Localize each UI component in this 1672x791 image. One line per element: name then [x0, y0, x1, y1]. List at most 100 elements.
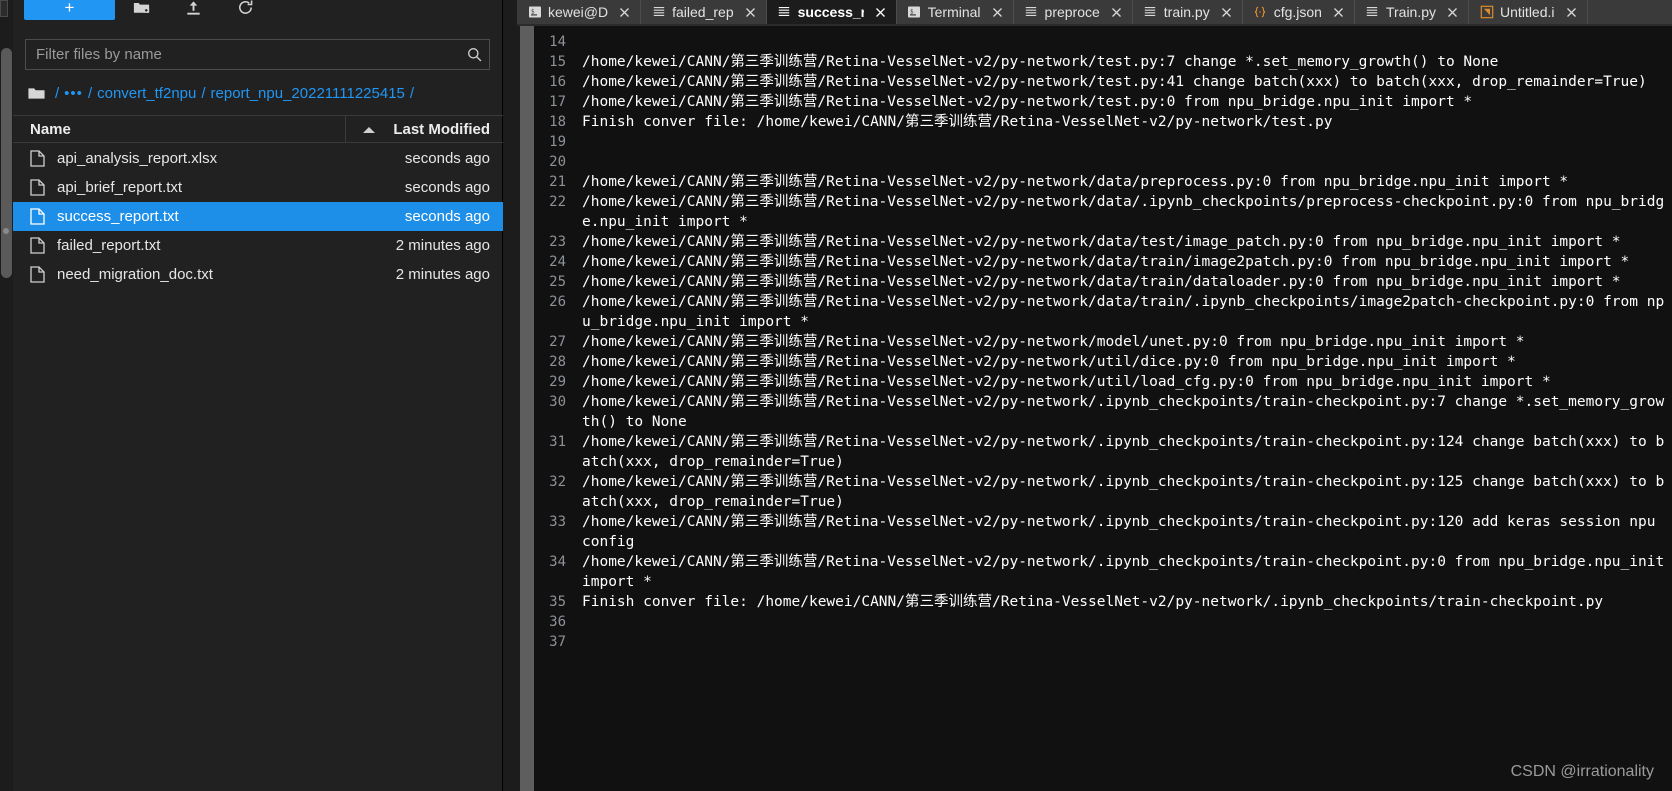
line-number: 25 — [549, 274, 566, 290]
code-line: 32 /home/kewei/CANN/第三季训练营/Retina-Vessel… — [534, 472, 1672, 512]
file-name-cell[interactable]: success_report.txt — [13, 207, 405, 226]
close-icon[interactable] — [618, 6, 631, 19]
tab-label: Terminal — [927, 4, 981, 20]
line-text: Finish conver file: /home/kewei/CANN/第三季… — [582, 594, 1604, 610]
panel-splitter[interactable] — [520, 0, 534, 791]
search-input[interactable] — [26, 40, 459, 69]
line-number: 30 — [549, 394, 566, 410]
line-number: 18 — [549, 114, 566, 130]
line-text: /home/kewei/CANN/第三季训练营/Retina-VesselNet… — [582, 94, 1473, 110]
code-line: 31 /home/kewei/CANN/第三季训练营/Retina-Vessel… — [534, 432, 1672, 472]
close-icon[interactable] — [744, 6, 757, 19]
table-row[interactable]: api_brief_report.txt seconds ago — [13, 173, 503, 202]
code-line: 34 /home/kewei/CANN/第三季训练营/Retina-Vessel… — [534, 552, 1672, 592]
file-icon — [30, 236, 47, 255]
line-number: 31 — [549, 434, 566, 450]
text-file-icon — [777, 5, 792, 20]
column-header-last-modified-label: Last Modified — [393, 120, 490, 138]
line-text: /home/kewei/CANN/第三季训练营/Retina-VesselNet… — [582, 434, 1665, 470]
tab-kewei-terminal[interactable]: $ kewei@D — [517, 0, 642, 24]
refresh-icon[interactable] — [236, 0, 258, 20]
file-modified-label: seconds ago — [404, 179, 490, 196]
code-line: 37 — [534, 632, 1672, 652]
breadcrumb-separator-3: / — [409, 84, 415, 102]
code-line: 19 — [534, 132, 1672, 152]
line-number: 35 — [549, 594, 566, 610]
file-modified-label: 2 minutes ago — [395, 266, 490, 283]
tab-label: Untitled.i — [1500, 4, 1555, 20]
file-table-header: Name Last Modified — [13, 115, 503, 143]
line-text: /home/kewei/CANN/第三季训练营/Retina-VesselNet… — [582, 394, 1665, 430]
editor-panel: $ kewei@D failed_rep success_r $ Termina… — [503, 0, 1672, 791]
code-line: 14 — [534, 32, 1672, 52]
search-icon[interactable] — [459, 40, 489, 69]
line-text: /home/kewei/CANN/第三季训练营/Retina-VesselNet… — [582, 274, 1621, 290]
code-line: 30 /home/kewei/CANN/第三季训练营/Retina-Vessel… — [534, 392, 1672, 432]
tab-train-py[interactable]: train.py — [1132, 0, 1243, 24]
code-line: 23 /home/kewei/CANN/第三季训练营/Retina-Vessel… — [534, 232, 1672, 252]
code-line: 36 — [534, 612, 1672, 632]
left-scrollbar-thumb[interactable] — [1, 48, 12, 278]
tab-success-report[interactable]: success_r — [766, 0, 897, 24]
line-text: /home/kewei/CANN/第三季训练营/Retina-VesselNet… — [582, 54, 1499, 70]
line-number: 22 — [549, 194, 566, 210]
tab-cfg-json[interactable]: cfg.json — [1242, 0, 1355, 24]
column-header-name[interactable]: Name — [13, 115, 346, 143]
code-line: 28 /home/kewei/CANN/第三季训练营/Retina-Vessel… — [534, 352, 1672, 372]
new-folder-icon[interactable] — [132, 0, 154, 20]
tab-label: success_r — [797, 4, 864, 20]
left-scroll-marker — [3, 228, 9, 234]
close-icon[interactable] — [991, 6, 1004, 19]
line-number: 32 — [549, 474, 566, 490]
line-text: /home/kewei/CANN/第三季训练营/Retina-VesselNet… — [582, 194, 1665, 230]
folder-icon[interactable] — [27, 84, 46, 103]
tab-failed-report[interactable]: failed_rep — [641, 0, 767, 24]
terminal-icon: $ — [527, 5, 542, 20]
table-row[interactable]: api_analysis_report.xlsx seconds ago — [13, 144, 503, 173]
tab-preprocess[interactable]: preproce — [1013, 0, 1133, 24]
tab-train-py-capital[interactable]: Train.py — [1354, 0, 1470, 24]
table-row[interactable]: failed_report.txt 2 minutes ago — [13, 231, 503, 260]
breadcrumb-ellipsis[interactable]: ••• — [64, 85, 83, 102]
breadcrumb: / ••• / convert_tf2npu / report_npu_2022… — [27, 82, 419, 104]
code-line: 24 /home/kewei/CANN/第三季训练营/Retina-Vessel… — [534, 252, 1672, 272]
file-name-cell[interactable]: failed_report.txt — [13, 236, 396, 255]
file-name-cell[interactable]: need_migration_doc.txt — [13, 265, 396, 284]
line-number: 16 — [549, 74, 566, 90]
close-icon[interactable] — [1446, 6, 1459, 19]
table-row-selected[interactable]: success_report.txt seconds ago — [13, 202, 503, 231]
line-number: 20 — [549, 154, 566, 170]
file-content-viewer[interactable]: 14 15 /home/kewei/CANN/第三季训练营/Retina-Ves… — [534, 26, 1672, 791]
code-line: 25 /home/kewei/CANN/第三季训练营/Retina-Vessel… — [534, 272, 1672, 292]
tab-label: preproce — [1044, 4, 1100, 20]
close-icon[interactable] — [1332, 6, 1345, 19]
terminal-icon: $ — [907, 5, 922, 20]
tab-untitled-notebook[interactable]: Untitled.i — [1469, 0, 1588, 24]
close-icon[interactable] — [874, 6, 887, 19]
sidebar-collapse-handle[interactable] — [0, 0, 8, 17]
column-header-last-modified[interactable]: Last Modified — [346, 116, 503, 143]
new-launcher-button[interactable]: + — [24, 0, 115, 20]
text-file-icon — [1365, 5, 1380, 20]
line-number: 29 — [549, 374, 566, 390]
code-line: 26 /home/kewei/CANN/第三季训练营/Retina-Vessel… — [534, 292, 1672, 332]
close-icon[interactable] — [1565, 6, 1578, 19]
line-number: 28 — [549, 354, 566, 370]
upload-icon[interactable] — [184, 0, 206, 20]
breadcrumb-segment-convert_tf2npu[interactable]: convert_tf2npu — [97, 85, 196, 102]
close-icon[interactable] — [1110, 6, 1123, 19]
filter-files-field[interactable] — [25, 39, 490, 70]
line-number: 34 — [549, 554, 566, 570]
file-name-cell[interactable]: api_brief_report.txt — [13, 178, 405, 197]
line-number: 15 — [549, 54, 566, 70]
file-list: api_analysis_report.xlsx seconds ago api… — [13, 144, 503, 289]
close-icon[interactable] — [1220, 6, 1233, 19]
editor-tab-bar: $ kewei@D failed_rep success_r $ Termina… — [517, 0, 1672, 24]
breadcrumb-segment-report[interactable]: report_npu_20221111225415 — [211, 85, 405, 102]
line-number: 27 — [549, 334, 566, 350]
tab-label: Train.py — [1385, 4, 1437, 20]
tab-terminal[interactable]: $ Terminal — [896, 0, 1014, 24]
editor-left-gutter — [503, 0, 520, 791]
file-name-cell[interactable]: api_analysis_report.xlsx — [13, 149, 405, 168]
table-row[interactable]: need_migration_doc.txt 2 minutes ago — [13, 260, 503, 289]
